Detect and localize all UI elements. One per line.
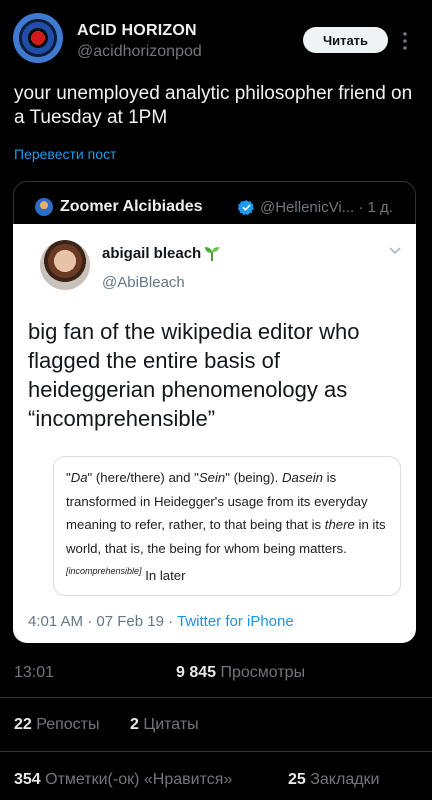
sprout-icon <box>205 247 219 261</box>
quoted-author-handle: @HellenicVi... · 1 д. <box>260 199 393 216</box>
post-time: 13:01 <box>14 664 55 681</box>
wiki-term-da: Da <box>70 470 88 485</box>
incomprehensible-tag: [incomprehensible] <box>66 566 142 576</box>
wiki-term-dasein: Dasein <box>281 470 324 485</box>
reposts-number: 22 <box>14 716 32 733</box>
wiki-part: " (here/there) and " <box>87 470 199 485</box>
views-number: 9 845 <box>176 664 217 681</box>
bookmarks-number: 25 <box>288 771 306 788</box>
likes-label: Отметки(-ок) «Нравится» <box>40 771 233 788</box>
bookmarks-stat[interactable]: 25 Закладки <box>288 771 380 789</box>
quoted-author-avatar <box>35 198 53 216</box>
author-avatar[interactable] <box>13 13 63 63</box>
tweet-text: your unemployed analytic philosopher fri… <box>14 83 413 128</box>
author-name[interactable]: ACID HORIZON <box>77 22 197 40</box>
quoted-image[interactable]: abigail bleach @AbiBleach big fan of the… <box>13 224 416 643</box>
wiki-term-there: there <box>324 517 355 532</box>
inner-source: Twitter for iPhone <box>176 613 294 630</box>
tweet-header: ACID HORIZON @acidhorizonpod Читать <box>0 0 432 78</box>
inner-author-handle: @AbiBleach <box>102 274 185 291</box>
quotes-number: 2 <box>130 716 139 733</box>
inner-timestamp: 4:01 AM · 07 Feb 19 · <box>28 613 177 630</box>
views-label: Просмотры <box>216 664 306 681</box>
reposts-stat[interactable]: 22 Репосты <box>14 716 100 734</box>
wiki-term-sein: Sein <box>198 470 226 485</box>
quoted-tweet-header: Zoomer Alcibiades @HellenicVi... · 1 д. <box>14 182 415 228</box>
quotes-label: Цитаты <box>138 716 199 733</box>
inner-tweet-footer: 4:01 AM · 07 Feb 19 · Twitter for iPhone <box>28 613 294 630</box>
divider <box>0 751 432 752</box>
quoted-author-name: Zoomer Alcibiades <box>60 198 203 215</box>
wiki-part: In later <box>141 568 186 583</box>
inner-avatar <box>40 240 90 290</box>
author-handle[interactable]: @acidhorizonpod <box>77 43 202 61</box>
wikipedia-excerpt: "Da" (here/there) and "Sein" (being). Da… <box>53 456 401 596</box>
likes-stat[interactable]: 354 Отметки(-ок) «Нравится» <box>14 771 232 789</box>
reposts-label: Репосты <box>31 716 100 733</box>
inner-tweet-text: big fan of the wikipedia editor who flag… <box>28 319 360 431</box>
bookmarks-label: Закладки <box>305 771 380 788</box>
views-count[interactable]: 9 845 Просмотры <box>176 664 305 682</box>
wikipedia-excerpt-text: "Da" (here/there) and "Sein" (being). Da… <box>66 466 392 588</box>
translate-link[interactable]: Перевести пост <box>14 146 116 162</box>
more-options-icon[interactable] <box>401 30 409 52</box>
follow-button[interactable]: Читать <box>303 27 388 53</box>
inner-author-name: abigail bleach <box>102 245 202 262</box>
wiki-part: " (being). <box>225 470 282 485</box>
likes-number: 354 <box>14 771 41 788</box>
chevron-down-icon <box>389 247 401 255</box>
divider <box>0 697 432 698</box>
verified-badge-icon <box>238 200 254 216</box>
quotes-stat[interactable]: 2 Цитаты <box>130 716 199 734</box>
